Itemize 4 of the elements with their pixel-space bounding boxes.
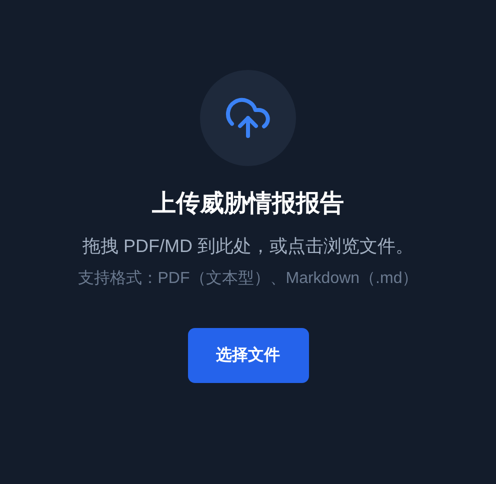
choose-file-button[interactable]: 选择文件 (188, 328, 308, 383)
upload-title: 上传威胁情报报告 (152, 189, 344, 219)
supported-formats: 支持格式：PDF（文本型）、Markdown（.md） (78, 268, 418, 289)
upload-hint: 拖拽 PDF/MD 到此处，或点击浏览文件。 (82, 235, 414, 258)
